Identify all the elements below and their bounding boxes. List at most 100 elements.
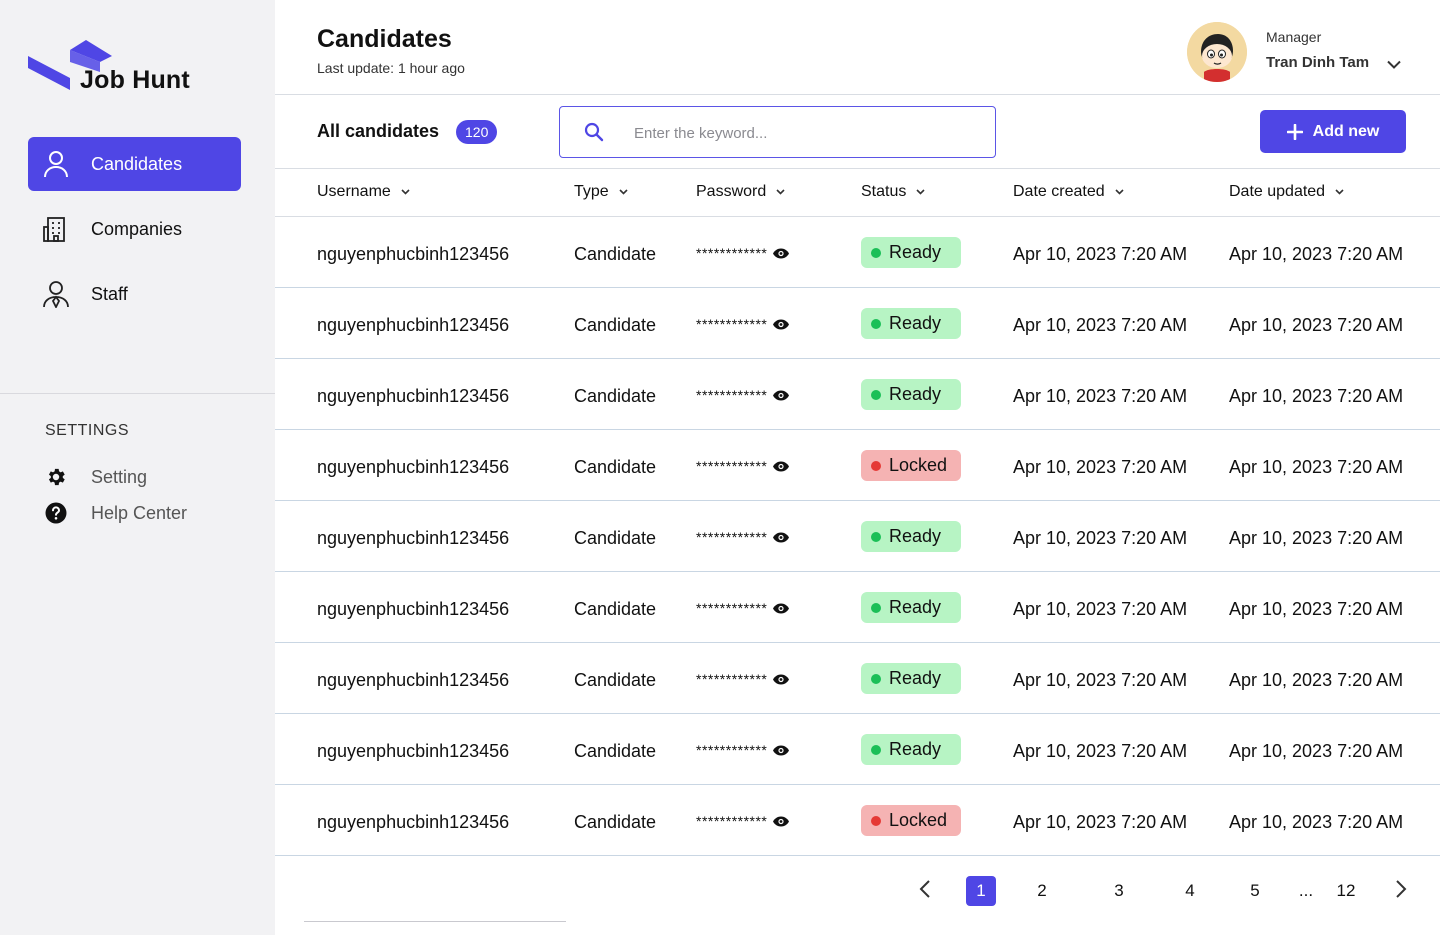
column-header-status[interactable]: Status [861, 183, 925, 201]
page-button-12[interactable]: 12 [1331, 876, 1361, 906]
column-header-date-created[interactable]: Date created [1013, 183, 1124, 201]
cell-username: nguyenphucbinh123456 [317, 670, 510, 690]
page-button-1[interactable]: 1 [966, 876, 996, 906]
status-label: Locked [889, 455, 948, 475]
next-page-button[interactable] [1386, 876, 1416, 906]
cell-type: Candidate [574, 741, 657, 761]
cell-type: Candidate [574, 670, 657, 690]
status-label: Ready [889, 313, 942, 333]
status-dot [871, 744, 881, 755]
cell-date-updated: Apr 10, 2023 7:20 AM [1229, 741, 1404, 761]
page-button-5[interactable]: 5 [1240, 876, 1270, 906]
status-dot [871, 815, 881, 826]
table-row[interactable]: nguyenphucbinh123456 Candidate ***********… [275, 359, 1440, 430]
cell-password: ************ [696, 671, 790, 687]
chevron-down-icon [1387, 56, 1401, 74]
eye-icon[interactable] [773, 674, 790, 685]
status-dot [871, 460, 881, 471]
cell-type: Candidate [574, 457, 657, 477]
search-icon [584, 122, 604, 147]
table-body: nguyenphucbinh123456 Candidate ***********… [275, 217, 1440, 856]
cell-username: nguyenphucbinh123456 [317, 457, 510, 477]
bottom-divider [304, 921, 566, 922]
search-input[interactable] [634, 121, 974, 145]
sidebar-item-setting[interactable]: Setting [45, 466, 147, 488]
pagination: 1 2 3 4 5 ... 12 [275, 870, 1440, 910]
settings-section-title: SETTINGS [45, 422, 130, 439]
eye-icon[interactable] [773, 745, 790, 756]
cell-date-created: Apr 10, 2023 7:20 AM [1013, 315, 1188, 335]
previous-page-button[interactable] [910, 876, 940, 906]
eye-icon[interactable] [773, 461, 790, 472]
table-row[interactable]: nguyenphucbinh123456 Candidate ***********… [275, 430, 1440, 501]
cell-password: ************ [696, 600, 790, 616]
table-row[interactable]: nguyenphucbinh123456 Candidate ***********… [275, 288, 1440, 359]
status-badge: Ready [861, 521, 961, 552]
cell-username: nguyenphucbinh123456 [317, 386, 510, 406]
user-icon [42, 150, 70, 178]
chevron-down-icon [1115, 189, 1124, 195]
column-header-label: Status [861, 183, 907, 200]
masked-password: ************ [696, 742, 768, 758]
sidebar-item-candidates[interactable]: Candidates [28, 137, 241, 191]
all-candidates-label: All candidates [317, 121, 440, 141]
brand-name: Job Hunt [80, 66, 190, 94]
status-label: Ready [889, 597, 942, 617]
header-divider [275, 94, 1440, 95]
eye-icon[interactable] [773, 248, 790, 259]
eye-icon[interactable] [773, 603, 790, 614]
status-badge: Ready [861, 237, 961, 268]
cell-date-updated: Apr 10, 2023 7:20 AM [1229, 812, 1404, 832]
brand-logo[interactable]: Job Hunt [28, 38, 228, 98]
chevron-down-icon [916, 189, 925, 195]
chevron-down-icon [619, 189, 628, 195]
add-new-button[interactable]: Add new [1260, 110, 1406, 153]
cell-date-created: Apr 10, 2023 7:20 AM [1013, 386, 1188, 406]
column-header-password[interactable]: Password [696, 183, 785, 201]
cell-password: ************ [696, 316, 790, 332]
sidebar-item-staff[interactable]: Staff [28, 267, 241, 321]
column-header-date-updated[interactable]: Date updated [1229, 183, 1344, 201]
page-button-3[interactable]: 3 [1104, 876, 1134, 906]
cell-password: ************ [696, 387, 790, 403]
search-box [559, 106, 996, 158]
page-button-4[interactable]: 4 [1175, 876, 1205, 906]
sidebar-item-help-center[interactable]: Help Center [45, 502, 187, 524]
cell-password: ************ [696, 813, 790, 829]
eye-icon[interactable] [773, 816, 790, 827]
table-row[interactable]: nguyenphucbinh123456 Candidate ***********… [275, 785, 1440, 856]
sidebar-divider [0, 393, 275, 394]
column-header-username[interactable]: Username [317, 183, 410, 201]
table-row[interactable]: nguyenphucbinh123456 Candidate ***********… [275, 501, 1440, 572]
column-header-type[interactable]: Type [574, 183, 628, 201]
status-badge: Ready [861, 592, 961, 623]
last-update-text: Last update: 1 hour ago [317, 60, 465, 76]
status-badge: Ready [861, 308, 961, 339]
sidebar-item-companies[interactable]: Companies [28, 202, 241, 256]
page-button-2[interactable]: 2 [1027, 876, 1057, 906]
status-badge: Ready [861, 734, 961, 765]
cell-type: Candidate [574, 386, 657, 406]
sidebar: Job Hunt Candidates Companies Staff SETT… [0, 0, 275, 935]
masked-password: ************ [696, 387, 768, 403]
masked-password: ************ [696, 671, 768, 687]
cell-type: Candidate [574, 812, 657, 832]
cell-date-updated: Apr 10, 2023 7:20 AM [1229, 386, 1404, 406]
table-row[interactable]: nguyenphucbinh123456 Candidate ***********… [275, 572, 1440, 643]
table-row[interactable]: nguyenphucbinh123456 Candidate ***********… [275, 643, 1440, 714]
eye-icon[interactable] [773, 390, 790, 401]
table-row[interactable]: nguyenphucbinh123456 Candidate ***********… [275, 714, 1440, 785]
sidebar-item-label: Help Center [91, 502, 188, 523]
avatar [1187, 22, 1247, 82]
cell-password: ************ [696, 742, 790, 758]
table-row[interactable]: nguyenphucbinh123456 Candidate ***********… [275, 217, 1440, 288]
eye-icon[interactable] [773, 319, 790, 330]
chevron-left-icon [919, 879, 931, 904]
cell-type: Candidate [574, 528, 657, 548]
chevron-down-icon [401, 189, 410, 195]
user-profile-menu[interactable]: Manager Tran Dinh Tam [1187, 22, 1427, 82]
eye-icon[interactable] [773, 532, 790, 543]
status-label: Locked [889, 810, 948, 830]
cell-username: nguyenphucbinh123456 [317, 599, 510, 619]
cell-username: nguyenphucbinh123456 [317, 315, 510, 335]
